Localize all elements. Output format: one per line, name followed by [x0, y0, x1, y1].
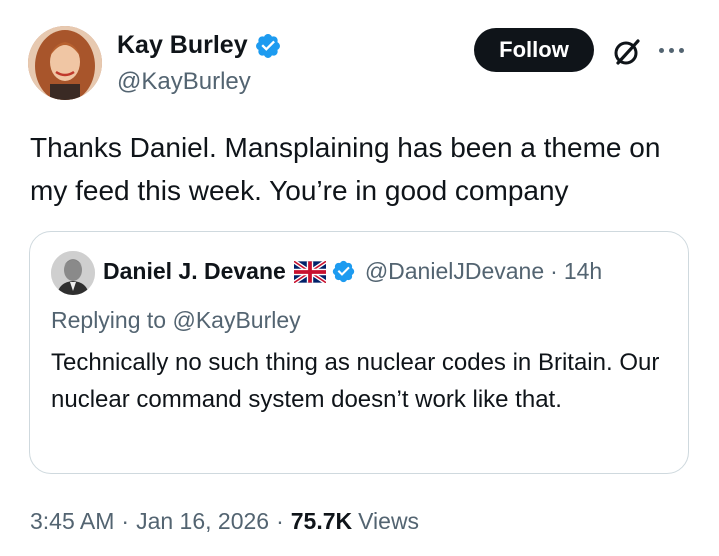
- quoted-author-handle[interactable]: @DanielJDevane: [365, 258, 544, 285]
- verified-badge-icon: [332, 260, 354, 283]
- author-avatar[interactable]: [28, 26, 102, 100]
- more-dot: [679, 47, 684, 53]
- more-dot: [659, 47, 664, 53]
- replying-to: Replying to @KayBurley: [51, 307, 301, 334]
- tweet-date[interactable]: Jan 16, 2026: [136, 508, 269, 535]
- quoted-timestamp[interactable]: 14h: [564, 258, 602, 285]
- tweet-meta: 3:45 AM · Jan 16, 2026 · 75.7K Views: [30, 508, 419, 535]
- quoted-header: Daniel J. Devane @DanielJDevane · 14h: [103, 258, 602, 285]
- replying-prefix: Replying to: [51, 307, 173, 333]
- meta-separator: ·: [121, 508, 130, 534]
- quoted-separator: ·: [550, 258, 558, 284]
- author-name-row: Kay Burley: [117, 31, 282, 60]
- meta-separator: ·: [276, 508, 284, 534]
- verified-badge-icon: [255, 33, 280, 58]
- author-handle[interactable]: @KayBurley: [117, 68, 251, 96]
- quoted-tweet-text: Technically no such thing as nuclear cod…: [51, 349, 660, 413]
- uk-flag-icon: [293, 260, 326, 283]
- quoted-author-name[interactable]: Daniel J. Devane: [103, 258, 286, 285]
- quoted-tweet[interactable]: Daniel J. Devane @DanielJDevane · 14h Re…: [29, 231, 689, 474]
- more-icon[interactable]: [659, 40, 689, 60]
- views-label: Views: [358, 508, 420, 534]
- tweet-time[interactable]: 3:45 AM: [30, 508, 114, 535]
- views-count[interactable]: 75.7K: [291, 508, 352, 535]
- quoted-author-avatar[interactable]: [51, 251, 95, 295]
- author-name[interactable]: Kay Burley: [117, 31, 248, 60]
- more-dot: [669, 47, 674, 53]
- tweet-text: Thanks Daniel. Mansplaining has been a t…: [30, 132, 661, 206]
- grok-icon[interactable]: [611, 36, 643, 68]
- replying-to-link[interactable]: @KayBurley: [172, 307, 300, 333]
- follow-button[interactable]: Follow: [474, 28, 594, 72]
